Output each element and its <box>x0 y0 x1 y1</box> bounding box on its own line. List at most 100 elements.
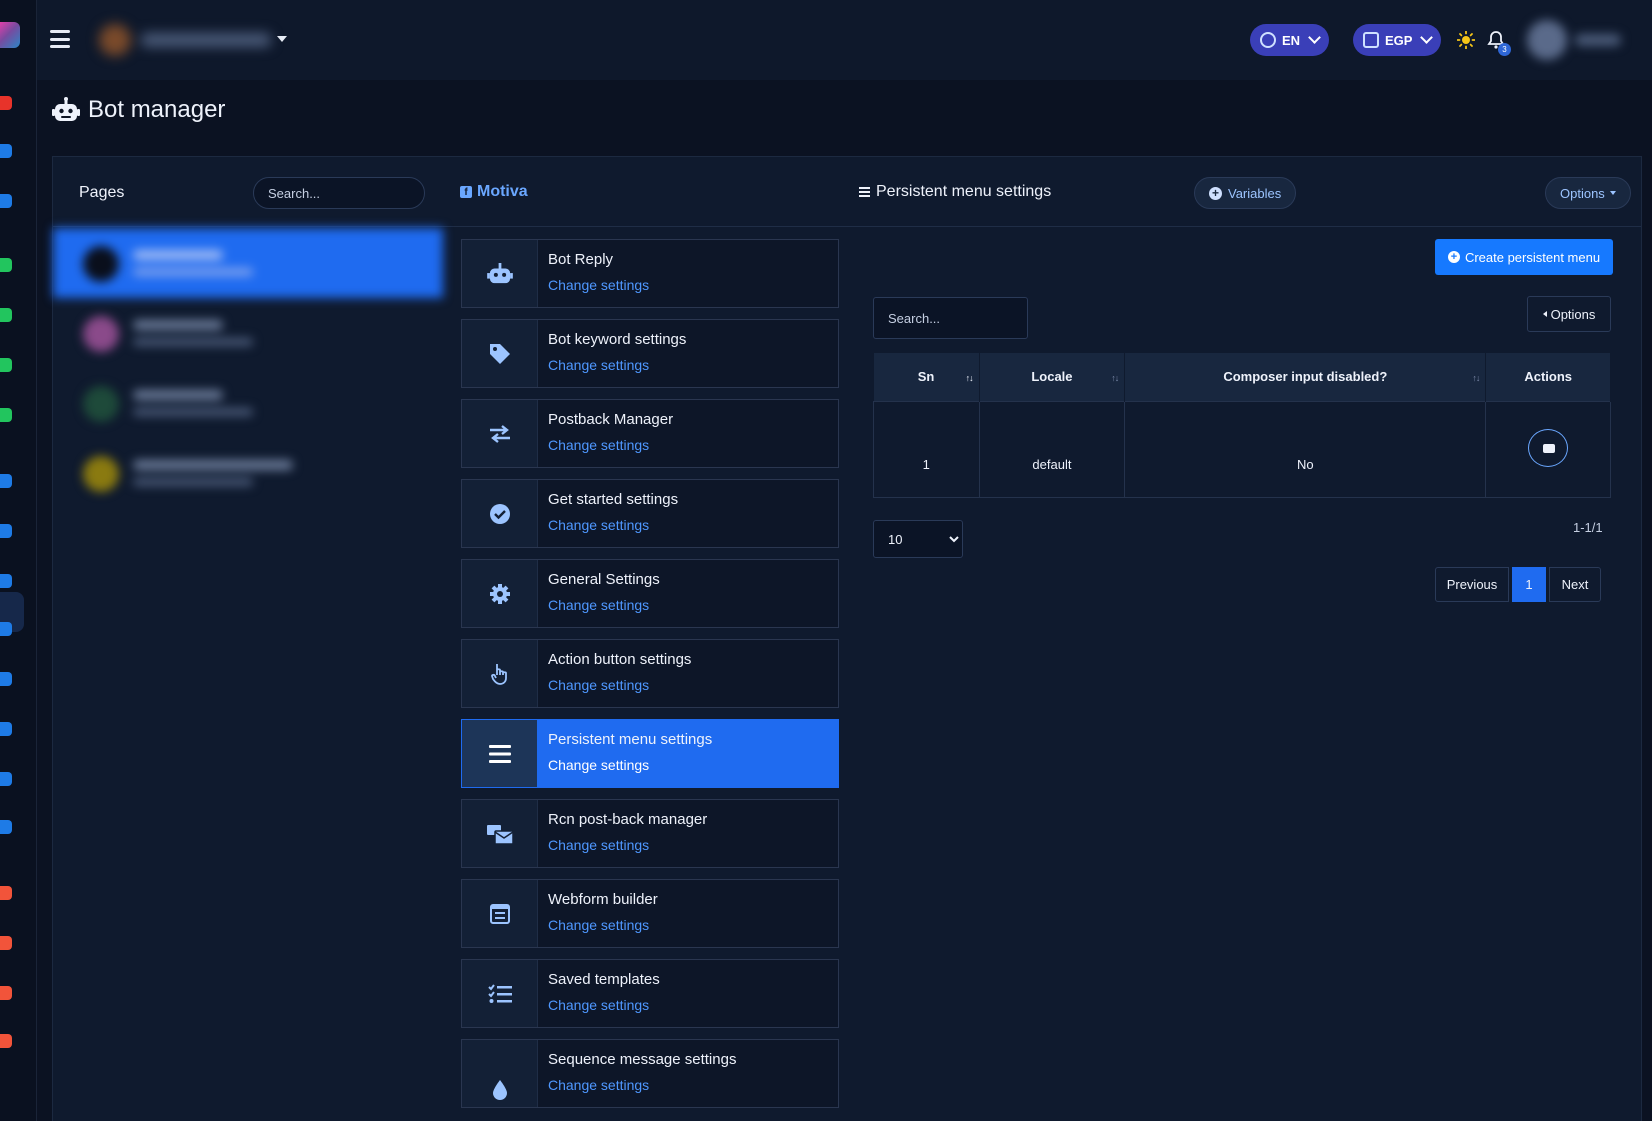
next-page-button[interactable]: Next <box>1549 567 1601 602</box>
mail-bulk-icon <box>462 800 538 867</box>
table-row: 1 default No <box>873 400 1611 498</box>
messenger-icon[interactable] <box>0 672 12 686</box>
menu-item-label: Rcn post-back manager <box>548 811 708 828</box>
menu-item-general-settings[interactable]: General Settings Change settings <box>461 559 839 628</box>
currency-selector[interactable]: EGP <box>1353 24 1442 56</box>
menu-item-webform-builder[interactable]: Webform builder Change settings <box>461 879 839 948</box>
menu-item-saved-templates[interactable]: Saved templates Change settings <box>461 959 839 1028</box>
caret-left-icon <box>1542 311 1547 317</box>
table-search-input[interactable] <box>873 297 1028 339</box>
form-icon <box>462 880 538 947</box>
column-label: Actions <box>1524 369 1573 385</box>
briefcase-actions-icon[interactable] <box>1528 428 1569 467</box>
pages-search-input[interactable] <box>253 177 425 209</box>
user-circle-icon[interactable] <box>0 474 12 488</box>
menu-item-bot-reply[interactable]: Bot Reply Change settings <box>461 239 839 308</box>
change-settings-link[interactable]: Change settings <box>548 757 712 773</box>
change-settings-link[interactable]: Change settings <box>548 677 691 693</box>
send-icon[interactable] <box>0 722 12 736</box>
change-settings-link[interactable]: Change settings <box>548 997 660 1013</box>
tag-icon <box>462 320 538 387</box>
language-selector[interactable]: EN <box>1250 24 1330 56</box>
change-settings-link[interactable]: Change settings <box>548 517 678 533</box>
theme-toggle-sun-icon[interactable] <box>1457 31 1475 49</box>
notifications-bell-icon[interactable]: 3 <box>1487 30 1511 56</box>
menu-item-get-started-settings[interactable]: Get started settings Change settings <box>461 479 839 548</box>
column-header-composer-input-disabled[interactable]: Composer input disabled? ↑↓ <box>1124 353 1487 401</box>
persistent-menu-table: Sn ↑↓ Locale ↑↓ Composer input disabled? ↑↓… <box>873 353 1611 498</box>
app-logo-icon[interactable] <box>0 22 20 48</box>
inbox-icon[interactable] <box>0 772 12 786</box>
list-item[interactable] <box>53 298 443 368</box>
page-id-redacted <box>133 338 253 346</box>
language-label: EN <box>1282 32 1301 48</box>
sim-icon[interactable] <box>0 358 12 372</box>
instagram-reply-icon[interactable] <box>0 1034 12 1048</box>
robot-rail-icon[interactable] <box>0 574 12 588</box>
wifi-icon[interactable] <box>0 308 12 322</box>
headset-icon[interactable] <box>0 524 12 538</box>
change-settings-link[interactable]: Change settings <box>548 837 707 853</box>
cell-composer-disabled: No <box>1124 400 1487 498</box>
change-settings-link[interactable]: Change settings <box>548 437 673 453</box>
column-header-locale[interactable]: Locale ↑↓ <box>979 353 1126 401</box>
menu-item-label: Bot keyword settings <box>548 331 687 348</box>
header-options-label: Options <box>1560 185 1605 201</box>
create-persistent-menu-button[interactable]: + Create persistent menu <box>1435 239 1613 275</box>
menu-item-label: Persistent menu settings <box>548 731 713 748</box>
menu-item-bot-keyword-settings[interactable]: Bot keyword settings Change settings <box>461 319 839 388</box>
monitor-icon[interactable] <box>0 194 12 208</box>
droplet-icon <box>462 1040 538 1107</box>
bot-manager-card: Pages f Motiva Persistent menu settings … <box>52 156 1642 1121</box>
list-item[interactable] <box>53 228 443 298</box>
column-header-sn[interactable]: Sn ↑↓ <box>873 353 980 401</box>
fire-icon[interactable] <box>0 96 12 110</box>
menu-item-persistent-menu-settings[interactable]: Persistent menu settings Change settings <box>461 719 839 788</box>
variables-label: Variables <box>1228 185 1282 201</box>
cell-actions <box>1485 400 1611 498</box>
menu-item-action-button-settings[interactable]: Action button settings Change settings <box>461 639 839 708</box>
menu-item-sequence-message-settings[interactable]: Sequence message settings Change settings <box>461 1039 839 1108</box>
selected-page-name[interactable]: f Motiva <box>460 183 528 201</box>
change-settings-link[interactable]: Change settings <box>548 917 658 933</box>
account-switcher[interactable] <box>99 24 279 56</box>
pages-label: Pages <box>79 184 125 201</box>
user-menu[interactable] <box>1527 20 1637 60</box>
variables-button[interactable]: + Variables <box>1194 177 1297 209</box>
currency-label: EGP <box>1385 32 1413 48</box>
menu-item-label: Saved templates <box>548 971 660 988</box>
create-button-label: Create persistent menu <box>1464 249 1601 265</box>
instagram-robot-icon[interactable] <box>0 986 12 1000</box>
bars-icon <box>859 187 870 197</box>
rows-per-page-select[interactable]: 10 <box>873 520 963 558</box>
menu-item-label: Get started settings <box>548 491 679 508</box>
instagram-user-icon[interactable] <box>0 886 12 900</box>
ad-icon[interactable] <box>0 408 12 422</box>
table-options-button[interactable]: Options <box>1527 296 1611 332</box>
chevron-down-icon[interactable] <box>277 36 287 42</box>
change-settings-link[interactable]: Change settings <box>548 357 686 373</box>
header-options-button[interactable]: Options <box>1545 177 1631 209</box>
instagram-headset-icon[interactable] <box>0 936 12 950</box>
facebook-icon: f <box>460 186 472 198</box>
hand-pointer-icon <box>462 640 538 707</box>
menu-item-postback-manager[interactable]: Postback Manager Change settings <box>461 399 839 468</box>
change-settings-link[interactable]: Change settings <box>548 597 660 613</box>
change-settings-link[interactable]: Change settings <box>548 1077 736 1093</box>
page-id-redacted <box>133 478 253 486</box>
list-item[interactable] <box>53 438 443 508</box>
menu-item-rcn-post-back-manager[interactable]: Rcn post-back manager Change settings <box>461 799 839 868</box>
user-name-redacted <box>1575 34 1621 46</box>
dollar-icon[interactable] <box>0 144 12 158</box>
caret-down-icon <box>1609 191 1616 195</box>
page-number-button[interactable]: 1 <box>1512 567 1546 602</box>
trash-icon[interactable] <box>0 820 12 834</box>
list-item[interactable] <box>53 368 443 438</box>
card-header: Pages f Motiva Persistent menu settings … <box>53 157 1641 227</box>
sort-icon: ↑↓ <box>1111 373 1119 383</box>
menu-toggle-icon[interactable] <box>50 30 70 48</box>
previous-page-button[interactable]: Previous <box>1435 567 1509 602</box>
change-settings-link[interactable]: Change settings <box>548 277 649 293</box>
link-icon[interactable] <box>0 258 12 272</box>
reply-icon[interactable] <box>0 622 12 636</box>
